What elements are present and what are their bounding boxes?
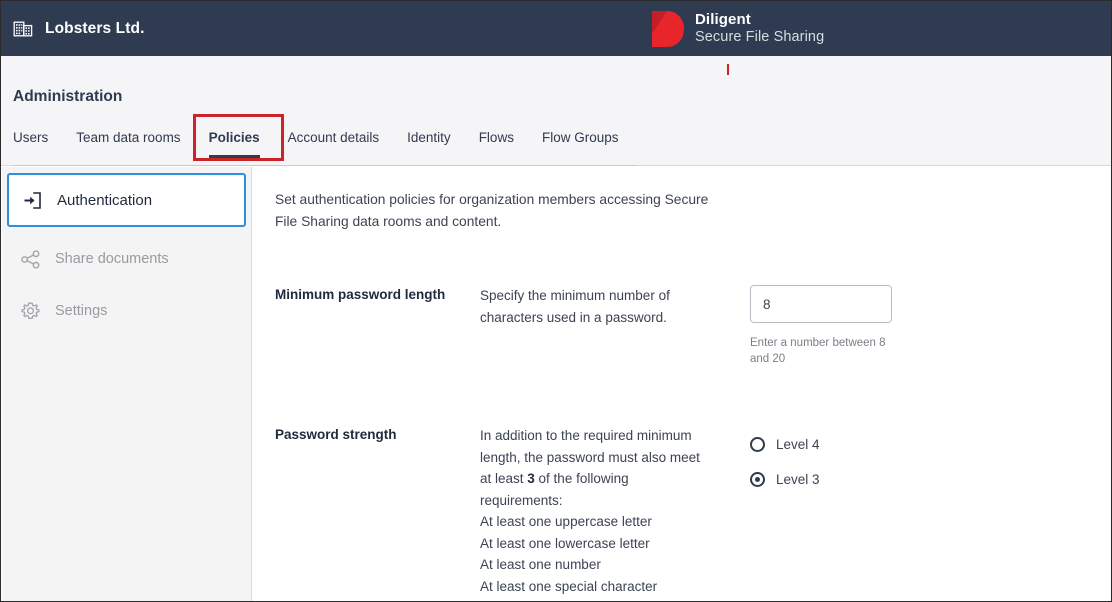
password-requirement-uppercase: At least one uppercase letter (480, 514, 652, 529)
minimum-password-length-helper-text: Enter a number between 8 and 20 (750, 337, 886, 365)
password-strength-control: Level 4 Level 3 (710, 425, 1111, 601)
brand-logo-block: Diligent Secure File Sharing (651, 10, 824, 48)
sign-in-icon (22, 190, 43, 211)
sidebar-item-share-documents-label: Share documents (55, 251, 169, 267)
setting-row-minimum-password-length: Minimum password length Specify the mini… (275, 285, 1111, 367)
minimum-password-length-description: Specify the minimum number of characters… (480, 288, 670, 325)
password-strength-description: In addition to the required minimum leng… (480, 425, 710, 601)
password-special-character-set: (!@#$^&*()-_=+,.?/:;}{~][%) (480, 597, 710, 601)
password-strength-label: Password strength (275, 427, 397, 442)
radio-option-level-4-label: Level 4 (776, 437, 820, 452)
annotation-tick-mark (727, 64, 729, 75)
password-requirement-special-character: At least one special character (480, 578, 658, 594)
organization-block: Lobsters Ltd. (1, 19, 144, 39)
tab-bar: Users Team data rooms Policies Account d… (13, 126, 637, 166)
brand-name: Diligent (695, 11, 751, 29)
share-network-icon (20, 249, 41, 270)
tab-flows[interactable]: Flows (479, 126, 514, 158)
radio-option-level-4[interactable]: Level 4 (750, 427, 1111, 462)
minimum-password-length-input[interactable] (750, 285, 892, 323)
tab-team-data-rooms[interactable]: Team data rooms (76, 126, 180, 158)
gear-icon (20, 301, 41, 322)
policies-content-panel: Set authentication policies for organiza… (253, 167, 1111, 601)
brand-product-name: Secure File Sharing (695, 29, 825, 46)
authentication-intro-text: Set authentication policies for organiza… (275, 192, 709, 229)
password-requirements-list: At least one uppercase letter At least o… (480, 511, 710, 601)
policies-sidebar: Authentication Share documents Settings (2, 167, 252, 601)
sidebar-item-authentication[interactable]: Authentication (7, 173, 246, 227)
setting-row-password-strength: Password strength In addition to the req… (275, 425, 1111, 601)
top-header-bar: Lobsters Ltd. Diligent Secure File Shari… (1, 1, 1111, 56)
sidebar-item-settings-label: Settings (55, 303, 108, 319)
radio-option-level-3-label: Level 3 (776, 472, 820, 487)
sub-header: Administration Users Team data rooms Pol… (1, 56, 1111, 166)
password-requirement-number: At least one number (480, 557, 601, 572)
diligent-d-logo-icon (651, 10, 685, 48)
building-icon (13, 19, 33, 39)
tab-policies[interactable]: Policies (208, 126, 260, 158)
password-strength-radio-group: Level 4 Level 3 (750, 425, 1111, 497)
sidebar-item-share-documents[interactable]: Share documents (2, 233, 251, 285)
tab-account-details[interactable]: Account details (288, 126, 380, 158)
organization-name: Lobsters Ltd. (45, 19, 145, 37)
minimum-password-length-label: Minimum password length (275, 287, 446, 302)
sidebar-item-settings[interactable]: Settings (2, 285, 251, 337)
administration-policies-page: Lobsters Ltd. Diligent Secure File Shari… (0, 0, 1112, 602)
tab-identity[interactable]: Identity (407, 126, 451, 158)
radio-circle-icon (750, 437, 765, 452)
password-strength-required-count: 3 (527, 471, 535, 486)
password-requirement-lowercase: At least one lowercase letter (480, 535, 650, 551)
minimum-password-length-control: Enter a number between 8 and 20 (710, 285, 1111, 367)
tab-users[interactable]: Users (13, 126, 48, 158)
page-title: Administration (13, 88, 123, 105)
radio-circle-selected-icon (750, 472, 765, 487)
sidebar-item-authentication-label: Authentication (57, 191, 153, 209)
tab-flow-groups[interactable]: Flow Groups (542, 126, 619, 158)
radio-option-level-3[interactable]: Level 3 (750, 462, 1111, 497)
brand-text-block: Diligent Secure File Sharing (695, 11, 825, 46)
